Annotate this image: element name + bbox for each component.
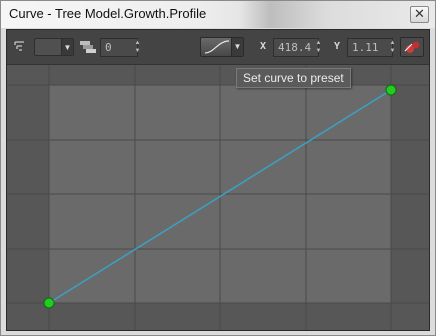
curve-preset-icon [204,40,230,54]
curve-graph[interactable] [7,65,429,330]
y-label: Y [334,41,341,52]
layer-spinner-arrows[interactable]: ▲ ▼ [133,39,142,55]
chevron-down-icon: ▼ [231,38,243,56]
chevron-down-icon: ▼ [61,39,73,55]
curve-key-end[interactable] [385,84,397,96]
curve-preset-dropdown[interactable]: ▼ [200,37,244,57]
y-value: 1.11 [352,41,379,54]
reset-icon[interactable] [400,37,424,57]
x-field[interactable]: 418.4 [273,38,319,57]
layer-value: 0 [105,41,112,54]
x-label: X [260,41,267,52]
x-value: 418.4 [278,41,312,54]
curve-editor-window: Curve - Tree Model.Growth.Profile ✕ ▼ 0 … [0,0,436,336]
tooltip: Set curve to preset [236,68,351,88]
channel-dropdown[interactable]: ▼ [34,38,74,56]
y-spinner-arrows[interactable]: ▲ ▼ [388,39,397,55]
title-bar[interactable]: Curve - Tree Model.Growth.Profile ✕ [1,1,435,28]
curve-frame: ▼ 0 ▲ ▼ ▼ X 418.4 ▲ ▼ Y 1.11 ▲ ▼ Set cur… [6,29,430,331]
y-field[interactable]: 1.11 [347,38,393,57]
filter-icon[interactable] [13,39,29,55]
close-button[interactable]: ✕ [410,6,429,23]
curve-key-start[interactable] [43,297,55,309]
x-spinner-arrows[interactable]: ▲ ▼ [314,39,323,55]
layers-icon[interactable] [79,39,97,55]
toolbar: ▼ 0 ▲ ▼ ▼ X 418.4 ▲ ▼ Y 1.11 ▲ ▼ [7,30,429,65]
curve-graph-canvas[interactable] [7,65,429,330]
window-title: Curve - Tree Model.Growth.Profile [9,6,207,21]
